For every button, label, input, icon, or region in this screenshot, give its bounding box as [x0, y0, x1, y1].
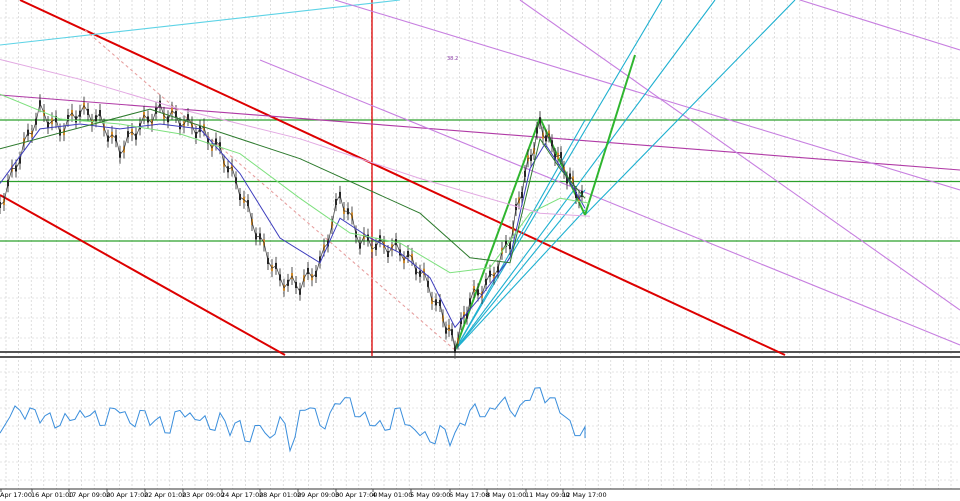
x-tick-label: 29 Apr 09:00 [297, 491, 339, 499]
x-tick-label: 5 May 09:00 [410, 491, 450, 499]
x-tick-label: 22 Apr 01:00 [144, 491, 186, 499]
fib-level-label: 38.2 [447, 56, 458, 62]
x-tick-label: 28 Apr 01:00 [259, 491, 301, 499]
chart-root: 38.2 Apr 17:00 16 Apr 01:00 17 Apr 09:00 20… [0, 0, 960, 501]
x-tick-label: 12 May 17:00 [562, 491, 607, 499]
x-tick-label: 8 May 01:00 [486, 491, 526, 499]
x-tick-label: 6 May 17:00 [449, 491, 489, 499]
chart-canvas: 38.2 Apr 17:0016 Apr 01:0017 Apr 09:0020… [0, 0, 960, 501]
x-tick-label: 20 Apr 17:00 [106, 491, 148, 499]
x-tick-label: 17 Apr 09:00 [68, 491, 110, 499]
x-tick-label: 4 May 01:00 [372, 491, 412, 499]
x-axis-ticks: Apr 17:0016 Apr 01:0017 Apr 09:0020 Apr … [0, 489, 607, 499]
x-tick-label: Apr 17:00 [0, 491, 32, 499]
x-tick-label: 23 Apr 09:00 [182, 491, 224, 499]
x-tick-label: 24 Apr 17:00 [221, 491, 263, 499]
